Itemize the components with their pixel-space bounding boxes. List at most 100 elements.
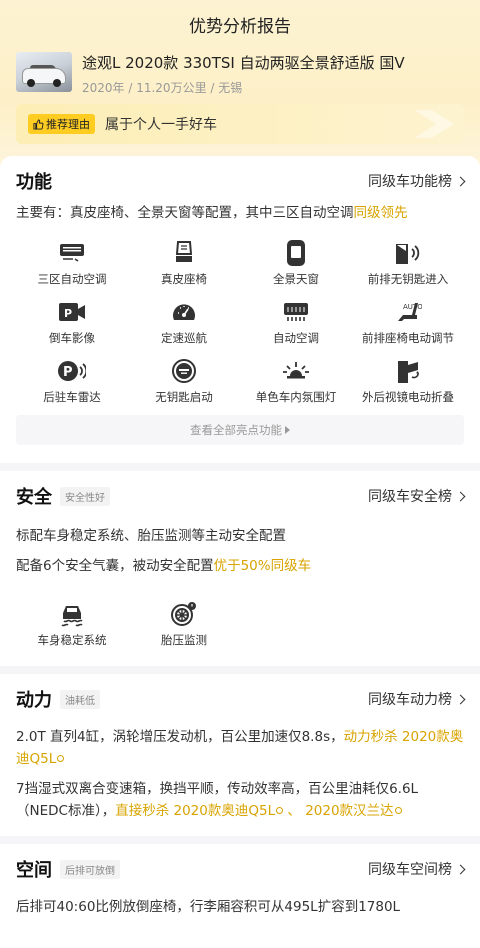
cruise-control-icon (169, 297, 199, 327)
chevron-right-icon (455, 694, 466, 704)
auto-ac-icon (281, 297, 311, 327)
view-all-features-button[interactable]: 查看全部亮点功能 (16, 415, 464, 445)
power-engine-desc: 2.0T 直列4缸，涡轮增压发动机，百公里加速仅8.8s，动力秒杀 2020款奥… (16, 726, 464, 770)
compare-link-q5l-2[interactable]: 直接秒杀 2020款奥迪Q5L (115, 803, 284, 819)
features-summary-text: 主要有：真皮座椅、全景天窗等配置，其中三区自动空调 (16, 205, 354, 221)
safety-line1: 标配车身稳定系统、胎压监测等主动安全配置 (16, 528, 286, 544)
ambient-light-icon (281, 356, 311, 386)
safety-line2: 配备6个安全气囊，被动安全配置优于50%同级车 (16, 551, 464, 581)
space-rank-link[interactable]: 同级车空间榜 (368, 859, 466, 879)
feature-item[interactable]: 前排无钥匙进入 (352, 234, 464, 293)
feature-label: 全景天窗 (273, 272, 319, 286)
space-title: 空间 (16, 860, 52, 881)
search-icon (394, 807, 402, 814)
feature-item[interactable]: 自动空调 (240, 293, 352, 352)
compare-separator: 、 (283, 803, 306, 819)
page-title: 优势分析报告 (189, 17, 291, 37)
search-icon (57, 755, 65, 762)
svg-text:AUTO: AUTO (403, 303, 422, 311)
feature-label: 无钥匙启动 (155, 390, 213, 404)
feature-item[interactable]: 定速巡航 (128, 293, 240, 352)
tire-pressure-icon (169, 599, 199, 629)
mirror-fold-icon (393, 356, 423, 386)
feature-item[interactable]: P 倒车影像 (16, 293, 128, 352)
feature-label: 倒车影像 (49, 331, 95, 345)
keyless-entry-icon (393, 238, 423, 268)
power-section: 动力 油耗低 同级车动力榜 2.0T 直列4缸，涡轮增压发动机，百公里加速仅8.8… (0, 674, 480, 836)
power-gearbox-desc: 7挡湿式双离合变速箱，换挡平顺，传动效率高，百公里油耗仅6.6L（NEDC标准）… (16, 778, 464, 822)
ac-vent-icon (57, 238, 87, 268)
power-title: 动力 (16, 690, 52, 711)
feature-item[interactable]: 真皮座椅 (128, 234, 240, 293)
thumbs-up-icon (33, 118, 44, 130)
safety-grid: 车身稳定系统 胎压监测 (16, 595, 464, 654)
feature-label: 自动空调 (273, 331, 319, 345)
feature-label: 外后视镜电动折叠 (362, 390, 454, 404)
space-desc: 后排可40:60比例放倒座椅，行李厢容积可从495L扩容到1780L (16, 899, 401, 915)
car-meta: 2020年 / 11.20万公里 / 无锡 (82, 81, 243, 95)
svg-text:P: P (63, 365, 73, 380)
features-summary-highlight: 同级领先 (353, 205, 408, 221)
compare-link-label: 直接秒杀 2020款奥迪Q5L (115, 803, 276, 819)
chevron-right-icon (455, 491, 466, 501)
feature-item[interactable]: 三区自动空调 (16, 234, 128, 293)
chevron-decoration-icon (414, 110, 454, 138)
feature-item[interactable]: 无钥匙启动 (128, 352, 240, 411)
safety-item-label: 胎压监测 (161, 633, 207, 647)
power-rank-link-label: 同级车动力榜 (368, 692, 452, 708)
parking-radar-icon: P (57, 356, 87, 386)
feature-label: 后驻车雷达 (43, 390, 101, 404)
feature-label: 定速巡航 (161, 331, 207, 345)
seat-icon (169, 238, 199, 268)
power-engine-text: 2.0T 直列4缸，涡轮增压发动机，百公里加速仅8.8s， (16, 729, 344, 745)
feature-item[interactable]: AUTO 前排座椅电动调节 (352, 293, 464, 352)
feature-item[interactable]: 全景天窗 (240, 234, 352, 293)
features-section: 功能 同级车功能榜 主要有：真皮座椅、全景天窗等配置，其中三区自动空调同级领先 … (0, 156, 480, 463)
compare-link-label: 2020款汉兰达 (305, 803, 394, 819)
car-summary[interactable]: 途观L 2020款 330TSI 自动两驱全景舒适版 国V 2020年 / 11… (0, 42, 480, 96)
features-summary: 主要有：真皮座椅、全景天窗等配置，其中三区自动空调同级领先 (16, 202, 464, 224)
safety-badge: 安全性好 (60, 486, 110, 506)
safety-line2-highlight: 优于50%同级车 (213, 558, 312, 574)
power-badge: 油耗低 (60, 689, 100, 709)
sunroof-icon (281, 238, 311, 268)
header-area: 优势分析报告 途观L 2020款 330TSI 自动两驱全景舒适版 国V 202… (0, 0, 480, 170)
features-rank-link-label: 同级车功能榜 (368, 174, 452, 190)
power-rank-link[interactable]: 同级车动力榜 (368, 689, 466, 709)
caret-right-icon (285, 426, 290, 434)
feature-label: 真皮座椅 (161, 272, 207, 286)
car-name: 途观L 2020款 330TSI 自动两驱全景舒适版 国V (82, 54, 405, 72)
car-thumbnail[interactable] (16, 52, 72, 92)
svg-text:P: P (64, 307, 72, 320)
safety-line2-text: 配备6个安全气囊，被动安全配置 (16, 558, 214, 574)
features-title: 功能 (16, 172, 52, 193)
feature-item[interactable]: 外后视镜电动折叠 (352, 352, 464, 411)
feature-label: 前排座椅电动调节 (362, 331, 454, 345)
recommendation-banner: 推荐理由 属于个人一手好车 (16, 104, 464, 144)
recommendation-text: 属于个人一手好车 (105, 117, 217, 133)
start-button-icon (169, 356, 199, 386)
feature-item[interactable]: P 后驻车雷达 (16, 352, 128, 411)
features-grid: 三区自动空调 真皮座椅 全景天窗 前排无钥匙进入 P 倒车影像 定速巡航 自动空… (16, 234, 464, 411)
feature-label: 前排无钥匙进入 (367, 272, 449, 286)
feature-label: 三区自动空调 (37, 272, 107, 286)
chevron-right-icon (455, 864, 466, 874)
recommendation-tag-label: 推荐理由 (46, 118, 90, 131)
safety-title: 安全 (16, 487, 52, 508)
safety-item[interactable]: 车身稳定系统 (16, 595, 128, 654)
safety-rank-link-label: 同级车安全榜 (368, 489, 452, 505)
reverse-camera-icon: P (57, 297, 87, 327)
power-seat-icon: AUTO (393, 297, 423, 327)
space-section: 空间 后排可放倒 同级车空间榜 后排可40:60比例放倒座椅，行李厢容积可从495… (0, 844, 480, 948)
recommendation-tag: 推荐理由 (28, 114, 95, 134)
space-badge: 后排可放倒 (60, 859, 120, 879)
feature-item[interactable]: 单色车内氛围灯 (240, 352, 352, 411)
stability-control-icon (57, 599, 87, 629)
feature-label: 单色车内氛围灯 (255, 390, 337, 404)
chevron-right-icon (455, 176, 466, 186)
safety-item[interactable]: 胎压监测 (128, 595, 240, 654)
safety-section: 安全 安全性好 同级车安全榜 标配车身稳定系统、胎压监测等主动安全配置 配备6个安… (0, 471, 480, 666)
compare-link-highlander[interactable]: 2020款汉兰达 (305, 803, 402, 819)
features-rank-link[interactable]: 同级车功能榜 (368, 171, 466, 191)
safety-rank-link[interactable]: 同级车安全榜 (368, 486, 466, 506)
